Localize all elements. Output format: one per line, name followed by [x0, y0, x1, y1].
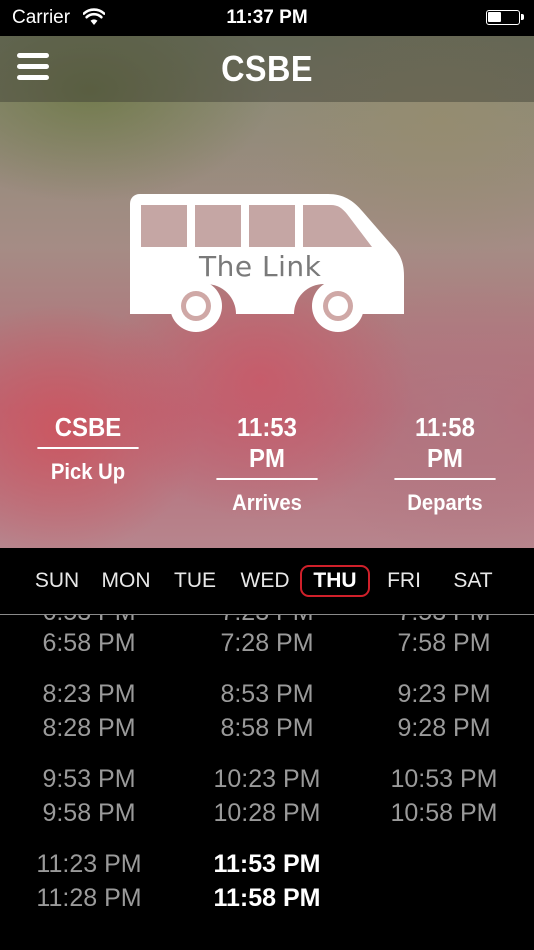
schedule-time: 8:28 PM: [42, 714, 136, 742]
arrives-info: 11:53 PM Arrives: [212, 412, 322, 516]
schedule-time: 6:53 PM: [4, 615, 174, 627]
schedule-time: 9:58 PM: [42, 799, 136, 827]
battery-icon: [486, 10, 524, 25]
navigation-bar: CSBE: [0, 36, 534, 102]
schedule-time-current: 11:58 PM: [213, 884, 321, 912]
schedule-time-current: 11:53 PM: [213, 850, 321, 878]
page-title: CSBE: [221, 48, 313, 89]
status-time: 11:37 PM: [226, 7, 308, 28]
schedule-list[interactable]: 6:53 PM 7:23 PM 7:53 PM 6:58 PM 7:28 PM …: [0, 615, 534, 950]
day-tab-wed[interactable]: WED: [229, 565, 301, 597]
schedule-time: 9:53 PM: [42, 765, 136, 793]
day-tab-sat[interactable]: SAT: [437, 565, 509, 597]
schedule-time: 10:28 PM: [213, 799, 321, 827]
schedule-time: 7:23 PM: [182, 615, 352, 627]
day-tab-thu[interactable]: THU: [300, 565, 370, 597]
schedule-time: 10:23 PM: [213, 765, 321, 793]
schedule-time: 8:53 PM: [220, 680, 314, 708]
schedule-time: 10:53 PM: [390, 765, 498, 793]
pickup-label: Pick Up: [50, 459, 126, 484]
departs-label: Departs: [407, 490, 483, 515]
schedule-time: 7:53 PM: [359, 615, 529, 627]
schedule-time: 11:23 PM: [36, 850, 142, 878]
day-tab-mon[interactable]: MON: [90, 565, 162, 597]
day-tab-fri[interactable]: FRI: [368, 565, 440, 597]
pickup-info: CSBE Pick Up: [33, 412, 143, 485]
schedule-time: 7:58 PM: [397, 629, 491, 657]
schedule-time: 7:28 PM: [220, 629, 314, 657]
schedule-time: 10:58 PM: [390, 799, 498, 827]
departs-info: 11:58 PM Departs: [390, 412, 500, 516]
schedule-time: 11:28 PM: [36, 884, 142, 912]
pickup-stop-value: CSBE: [37, 412, 139, 449]
schedule-time: 8:58 PM: [220, 714, 314, 742]
schedule-time: 9:23 PM: [397, 680, 491, 708]
day-tab-tue[interactable]: TUE: [159, 565, 231, 597]
day-selector: SUN MON TUE WED THU FRI SAT: [0, 548, 534, 615]
status-bar: Carrier 11:37 PM: [0, 0, 534, 36]
bus-route-label: The Link: [199, 250, 322, 283]
schedule-time: 6:58 PM: [42, 629, 136, 657]
schedule-time: 8:23 PM: [42, 680, 136, 708]
arrives-time-value: 11:53 PM: [216, 412, 318, 480]
arrives-label: Arrives: [232, 490, 302, 515]
departs-time-value: 11:58 PM: [394, 412, 496, 480]
schedule-time: 9:28 PM: [397, 714, 491, 742]
day-tab-sun[interactable]: SUN: [21, 565, 93, 597]
